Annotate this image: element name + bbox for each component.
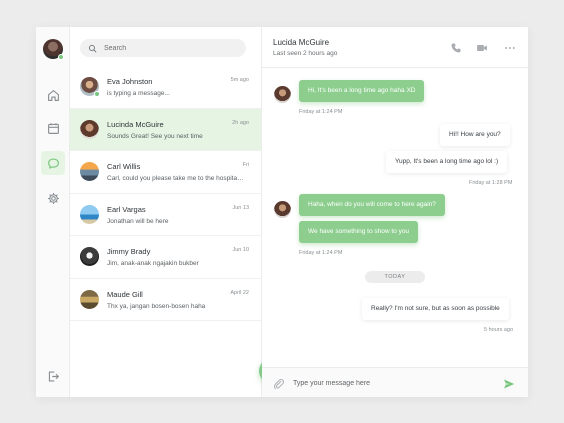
contact-item-earl-vargas[interactable]: Earl Vargas Jonathan will be here Jun 13 [70,194,261,236]
contact-preview: Sounds Great! See you next time [107,132,203,140]
user-avatar[interactable] [43,39,64,60]
contact-time: Jun 10 [232,247,249,253]
contact-preview: Jonathan will be here [107,217,169,225]
avatar [80,204,99,224]
home-icon [47,89,59,101]
message-bubble-outgoing: Yupp, It's been a long time ago lol :) [386,151,508,173]
contact-preview: Jim, anak-anak ngajakin bukber [107,260,199,267]
chat-panel: Lucida McGuire Last seen 2 hours ago Hi,… [262,27,528,397]
sidebar-item-chat[interactable] [41,151,65,175]
chat-app-window: Eva Johnston is typing a message... 5m a… [36,27,528,397]
contact-time: 5m ago [230,77,249,83]
sidebar-item-calendar[interactable] [41,116,65,140]
chat-title: Lucida McGuire [273,38,330,47]
message-input[interactable] [293,377,473,389]
calendar-icon [47,122,59,134]
contact-time: Fri [242,162,249,168]
contact-name: Earl Vargas [107,204,146,214]
chat-icon [47,157,59,169]
contact-list: Eva Johnston is typing a message... 5m a… [70,66,261,321]
last-seen-status: Last seen 2 hours ago [273,50,338,57]
contact-item-jimmy-brady[interactable]: Jimmy Brady Jim, anak-anak ngajakin bukb… [70,236,261,279]
sender-avatar [274,86,291,103]
message-timestamp: Friday at 1:28 PM [469,180,513,186]
online-indicator [94,91,100,97]
date-divider: TODAY [365,271,425,283]
chat-header: Lucida McGuire Last seen 2 hours ago [262,27,528,68]
message-bubble-outgoing: Really? I'm not sure, but as soon as pos… [362,298,509,320]
message-bubble-outgoing: Hi!! How are you? [440,124,510,146]
sidebar-item-logout[interactable] [41,364,65,388]
sidebar-rail [36,27,70,397]
avatar [80,289,99,309]
contact-time: April 22 [230,289,249,296]
avatar [80,162,99,181]
message-timestamp: Friday at 1:24 PM [299,250,343,256]
attach-button[interactable] [273,377,285,390]
paperclip-icon [274,379,284,390]
conversation-list: Eva Johnston is typing a message... 5m a… [70,27,283,397]
message-bubble-incoming: We have something to show to you [299,221,419,243]
message-bubble-incoming: Haha, when do you will come to here agai… [299,194,445,216]
message-bubble-incoming: Hi, It's been a long time ago haha XD [299,80,425,102]
online-indicator [58,54,64,60]
settings-icon [47,192,59,204]
contact-item-maude-gill[interactable]: Maude Gill Thx ya, jangan bosen-bosen ha… [70,279,261,321]
more-icon [505,47,515,49]
avatar [80,77,100,97]
contact-time: 2h ago [232,119,249,126]
sidebar-item-settings[interactable] [41,186,65,210]
contact-item-eva-johnston[interactable]: Eva Johnston is typing a message... 5m a… [70,66,261,109]
contact-item-carl-willis[interactable]: Carl Willis Carl, could you please take … [70,151,261,194]
contact-preview: Carl, could you please take me to the ho… [107,175,245,182]
message-timestamp: Friday at 1:24 PM [299,109,343,115]
video-call-button[interactable] [476,41,488,53]
send-button[interactable] [503,377,515,389]
more-options-button[interactable] [504,41,516,53]
contact-name: Maude Gill [107,289,143,299]
message-composer [262,367,528,397]
sender-avatar [274,201,291,218]
search-icon [88,44,97,52]
avatar [80,119,99,139]
search-input[interactable] [104,44,234,52]
contact-name: Lucinda McGuire [107,119,164,129]
avatar [80,247,99,266]
contact-name: Eva Johnston [107,77,153,86]
contact-time: Jun 13 [232,204,249,211]
sidebar-item-home[interactable] [41,83,65,107]
contact-preview: is typing a message... [107,90,170,97]
contact-item-lucinda-mcguire[interactable]: Lucinda McGuire Sounds Great! See you ne… [70,108,261,151]
message-timestamp: 5 hours ago [484,327,514,333]
search-bar[interactable] [80,39,246,57]
logout-icon [48,370,59,382]
send-icon [504,379,515,389]
contact-preview: Thx ya, jangan bosen-bosen haha [107,302,206,310]
contact-name: Jimmy Brady [107,247,151,256]
phone-icon [451,43,461,53]
contact-name: Carl Willis [107,162,141,171]
video-icon [477,45,487,51]
call-button[interactable] [450,41,462,53]
